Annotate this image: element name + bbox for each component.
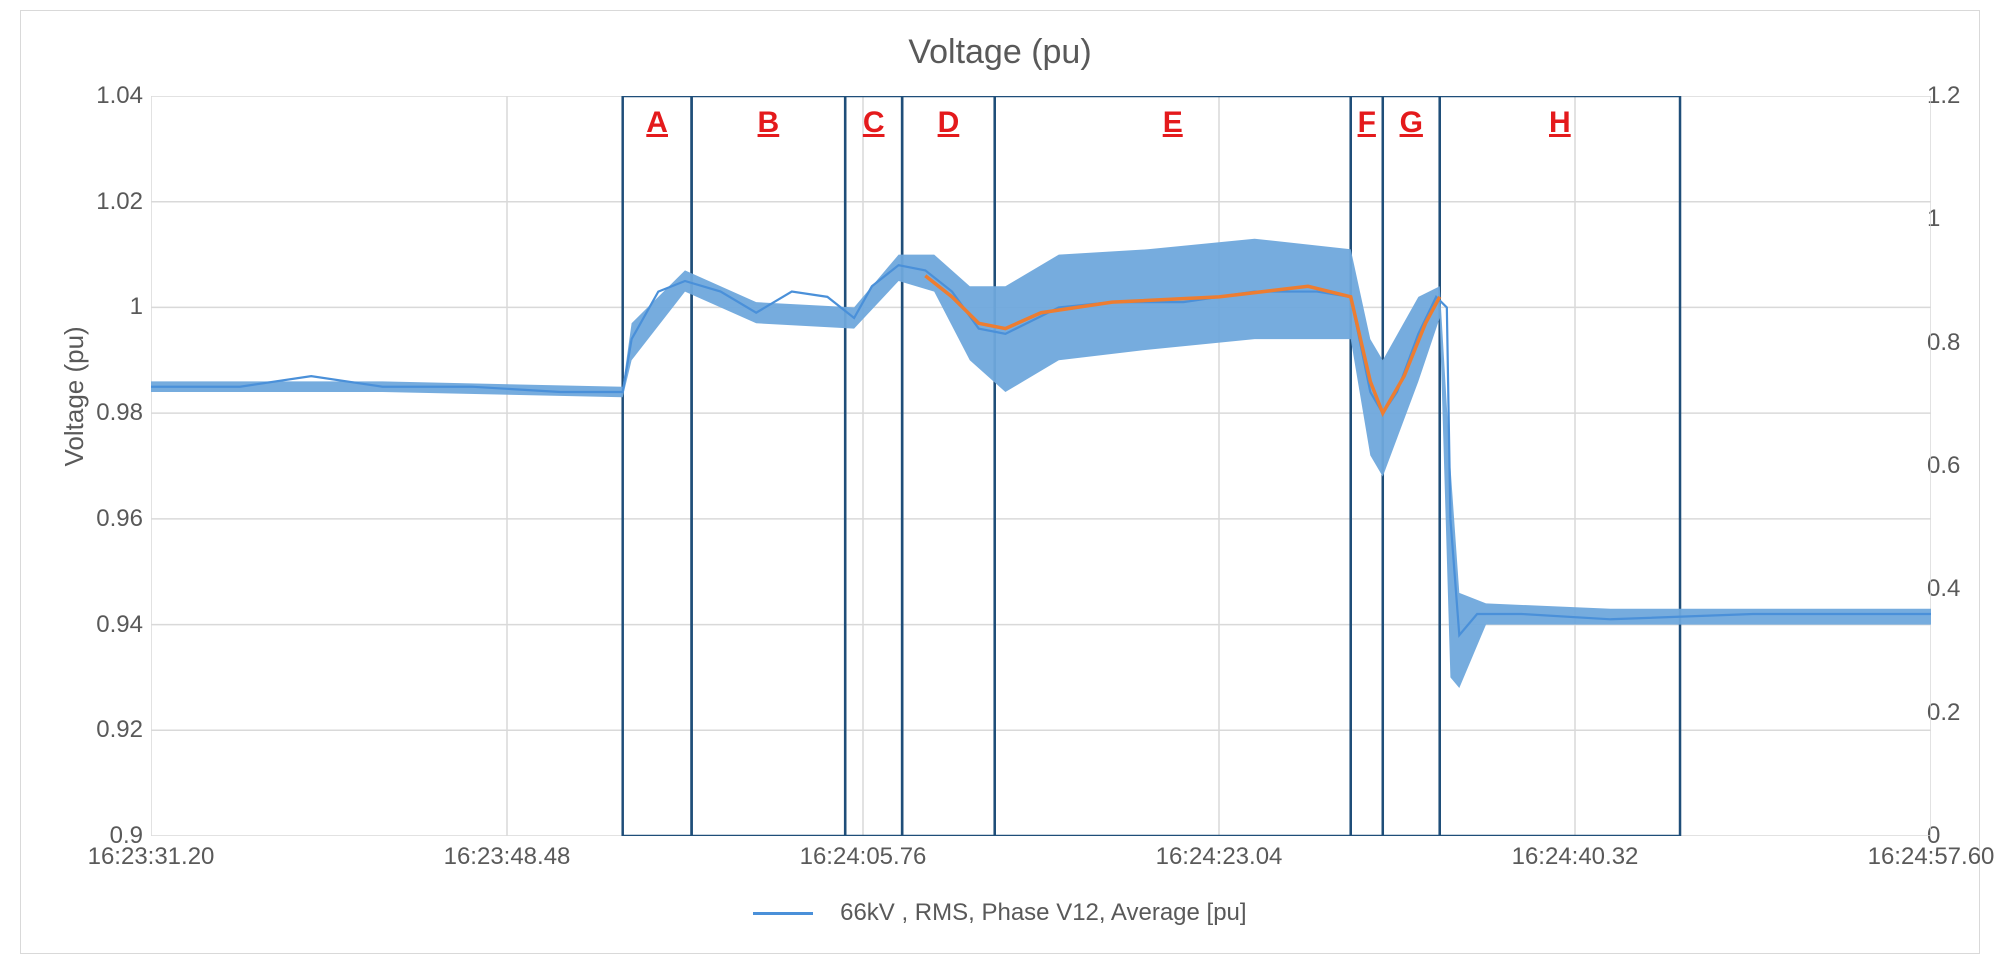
y-tick: 1.02	[21, 190, 143, 214]
region-label-C: C	[863, 106, 885, 140]
y-tick: 1.04	[21, 84, 143, 108]
plot-area: A B C D E FG H	[151, 96, 1931, 836]
region-label-B: B	[758, 106, 780, 140]
plot-svg	[151, 96, 1931, 836]
y-tick: 0.96	[21, 507, 143, 531]
y-tick: 0.98	[21, 401, 143, 425]
x-tick: 16:23:48.48	[444, 843, 571, 871]
region-label-A: A	[646, 106, 668, 140]
region-label-E: E	[1163, 106, 1183, 140]
x-tick: 16:24:23.04	[1156, 843, 1283, 871]
x-axis-ticks: 16:23:31.2016:23:48.4816:24:05.7616:24:2…	[151, 843, 1931, 883]
region-label-H: H	[1549, 106, 1571, 140]
voltage-band	[151, 239, 1931, 688]
x-tick: 16:24:05.76	[800, 843, 927, 871]
x-tick: 16:23:31.20	[88, 843, 215, 871]
y-tick: 0.92	[21, 718, 143, 742]
chart-title: Voltage (pu)	[21, 33, 1979, 72]
region-label-D: D	[938, 106, 960, 140]
x-tick: 16:24:57.60	[1868, 843, 1995, 871]
region-label-F: F	[1358, 106, 1376, 140]
x-tick: 16:24:40.32	[1512, 843, 1639, 871]
y-tick: 1	[21, 295, 143, 319]
chart-container: Voltage (pu) Voltage (pu) 0.90.920.940.9…	[20, 10, 1980, 954]
y-tick: 0.94	[21, 613, 143, 637]
legend-swatch	[753, 912, 813, 915]
legend: 66kV , RMS, Phase V12, Average [pu]	[21, 899, 1979, 927]
y-axis-ticks: 0.90.920.940.960.9811.021.04	[21, 96, 143, 836]
region-label-G: G	[1400, 106, 1423, 140]
legend-text: 66kV , RMS, Phase V12, Average [pu]	[840, 899, 1246, 926]
